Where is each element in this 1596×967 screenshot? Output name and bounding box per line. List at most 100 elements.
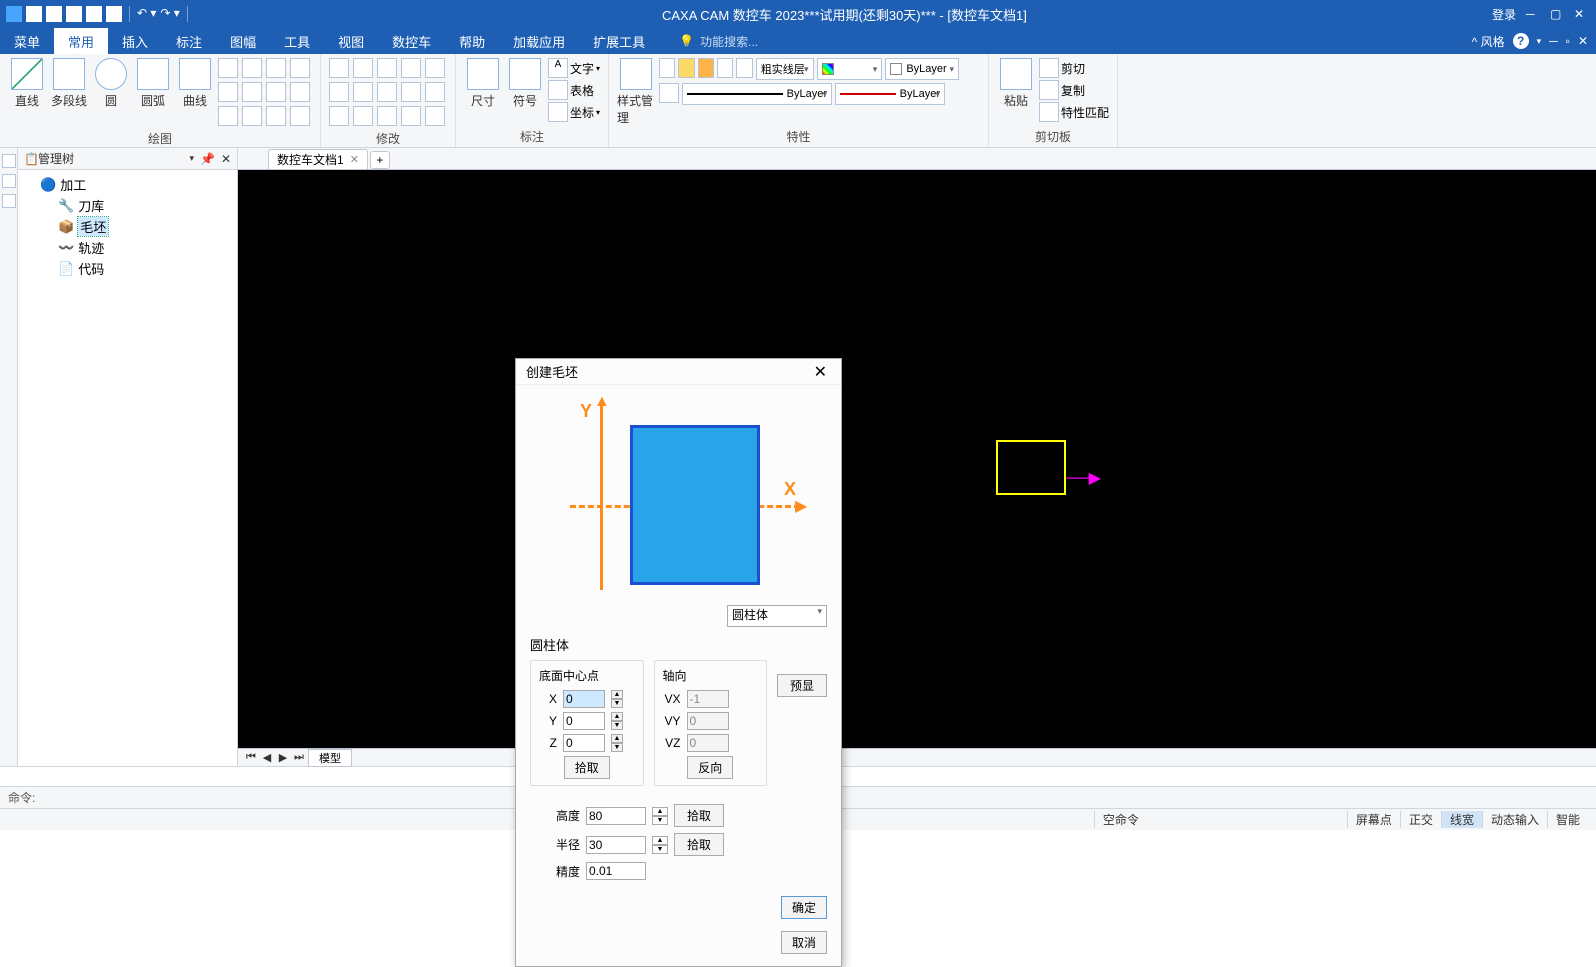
tab-ext[interactable]: 扩展工具: [579, 28, 659, 54]
x-input[interactable]: [563, 690, 605, 708]
tab-annotate[interactable]: 标注: [162, 28, 216, 54]
mod-14[interactable]: [401, 106, 421, 126]
mod-11[interactable]: [329, 106, 349, 126]
mod-3[interactable]: [377, 58, 397, 78]
style-manage-button[interactable]: 样式管理: [617, 58, 655, 126]
mod-2[interactable]: [353, 58, 373, 78]
mod-1[interactable]: [329, 58, 349, 78]
help-icon[interactable]: ?: [1513, 33, 1529, 49]
cut-icon[interactable]: [1039, 58, 1059, 78]
y-down[interactable]: ▼: [611, 721, 623, 730]
draw-tool-8[interactable]: [290, 82, 310, 102]
maximize-icon[interactable]: ▢: [1550, 7, 1564, 21]
tree-pin-icon[interactable]: 📌: [200, 152, 215, 166]
ribbon-search[interactable]: 💡 功能搜索...: [679, 33, 758, 50]
lock-icon[interactable]: [717, 58, 733, 78]
canvas[interactable]: ──▶ 创建毛坯 ✕ ▲ ▶ Y X 圆柱体 圆: [238, 170, 1596, 748]
pick-height-button[interactable]: 拾取: [674, 804, 724, 827]
table-icon[interactable]: [548, 80, 568, 100]
vz-input[interactable]: [687, 734, 729, 752]
mod-4[interactable]: [401, 58, 421, 78]
mod-9[interactable]: [401, 82, 421, 102]
mod-12[interactable]: [353, 106, 373, 126]
z-up[interactable]: ▲: [611, 734, 623, 743]
draw-tool-4[interactable]: [290, 58, 310, 78]
tab-prev-icon[interactable]: ◀: [260, 751, 274, 764]
tab-first-icon[interactable]: ⏮: [244, 751, 258, 764]
sidebar-tab-3[interactable]: [2, 194, 16, 208]
add-doc-tab[interactable]: +: [370, 151, 390, 169]
draw-tool-12[interactable]: [290, 106, 310, 126]
tab-home[interactable]: 常用: [54, 28, 108, 54]
redo-icon[interactable]: ↷ ▾: [160, 6, 179, 22]
r-down[interactable]: ▼: [652, 845, 668, 854]
status-dyn[interactable]: 动态输入: [1482, 811, 1547, 828]
ok-button[interactable]: 确定: [781, 896, 827, 919]
symbol-button[interactable]: 符号: [506, 58, 544, 109]
mod-6[interactable]: [329, 82, 349, 102]
tree-node-blank[interactable]: 📦毛坯: [22, 216, 233, 237]
tab-next-icon[interactable]: ▶: [276, 751, 290, 764]
login-link[interactable]: 登录: [1492, 6, 1516, 23]
mod-10[interactable]: [425, 82, 445, 102]
vy-input[interactable]: [687, 712, 729, 730]
radius-input[interactable]: [586, 836, 646, 854]
line-button[interactable]: 直线: [8, 58, 46, 109]
z-down[interactable]: ▼: [611, 743, 623, 752]
layer-icon-1[interactable]: [659, 58, 675, 78]
draw-tool-9[interactable]: [218, 106, 238, 126]
draw-tool-10[interactable]: [242, 106, 262, 126]
tree-root[interactable]: 🔵加工: [22, 174, 233, 195]
draw-tool-7[interactable]: [266, 82, 286, 102]
export-icon[interactable]: [106, 6, 122, 22]
tab-help[interactable]: 帮助: [445, 28, 499, 54]
open-icon[interactable]: [46, 6, 62, 22]
polyline-button[interactable]: 多段线: [50, 58, 88, 109]
cancel-button[interactable]: 取消: [781, 931, 827, 954]
print-icon[interactable]: [86, 6, 102, 22]
h-down[interactable]: ▼: [652, 816, 668, 825]
print-icon[interactable]: [736, 58, 752, 78]
tab-last-icon[interactable]: ⏭: [292, 751, 306, 764]
x-up[interactable]: ▲: [611, 690, 623, 699]
spline-button[interactable]: 曲线: [176, 58, 214, 109]
mod-13[interactable]: [377, 106, 397, 126]
close-icon[interactable]: ✕: [1574, 7, 1588, 21]
new-icon[interactable]: [26, 6, 42, 22]
copy-icon[interactable]: [1039, 80, 1059, 100]
bylayer-combo2[interactable]: ByLayer: [682, 83, 832, 105]
status-lineweight[interactable]: 线宽: [1441, 811, 1482, 828]
tree-node-path[interactable]: 〰️轨迹: [22, 237, 233, 258]
draw-tool-2[interactable]: [242, 58, 262, 78]
h-up[interactable]: ▲: [652, 807, 668, 816]
mod-5[interactable]: [425, 58, 445, 78]
tab-view[interactable]: 视图: [324, 28, 378, 54]
shape-select[interactable]: 圆柱体: [727, 605, 827, 627]
r-up[interactable]: ▲: [652, 836, 668, 845]
undo-icon[interactable]: ↶ ▾: [137, 6, 156, 22]
match-icon[interactable]: [1039, 102, 1059, 122]
tab-frame[interactable]: 图幅: [216, 28, 270, 54]
color-combo1[interactable]: [817, 58, 883, 80]
dimension-button[interactable]: 尺寸: [464, 58, 502, 109]
tab-insert[interactable]: 插入: [108, 28, 162, 54]
doc-tab-1[interactable]: 数控车文档1✕: [268, 149, 368, 169]
pick-radius-button[interactable]: 拾取: [674, 833, 724, 856]
tree-close-icon[interactable]: ✕: [221, 152, 231, 166]
style-dropdown[interactable]: ^ 风格: [1472, 33, 1505, 50]
draw-tool-3[interactable]: [266, 58, 286, 78]
circle-button[interactable]: 圆: [92, 58, 130, 109]
tree-dropdown-icon[interactable]: ▾: [189, 153, 194, 164]
save-icon[interactable]: [66, 6, 82, 22]
tab-cnc[interactable]: 数控车: [378, 28, 445, 54]
model-tab[interactable]: 模型: [308, 749, 352, 767]
status-ortho[interactable]: 正交: [1400, 811, 1441, 828]
mod-7[interactable]: [353, 82, 373, 102]
dialog-close-icon[interactable]: ✕: [810, 362, 831, 382]
paste-button[interactable]: 粘贴: [997, 58, 1035, 109]
text-icon[interactable]: A: [548, 58, 568, 78]
mdi-close-icon[interactable]: ✕: [1578, 34, 1588, 48]
arc-button[interactable]: 圆弧: [134, 58, 172, 109]
y-up[interactable]: ▲: [611, 712, 623, 721]
tab-tools[interactable]: 工具: [270, 28, 324, 54]
